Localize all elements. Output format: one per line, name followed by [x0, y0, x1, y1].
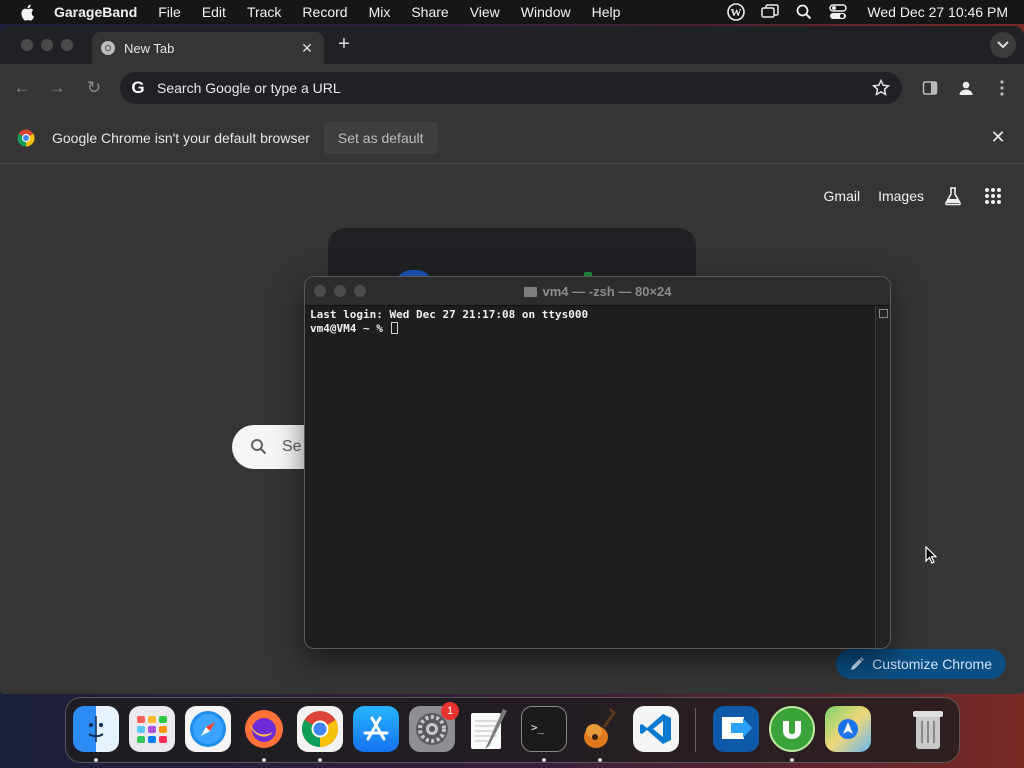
- dock-running-indicator: [262, 758, 266, 762]
- menu-app-name[interactable]: GarageBand: [54, 4, 137, 20]
- menu-record[interactable]: Record: [302, 4, 347, 20]
- dock-trash-icon[interactable]: [905, 706, 951, 752]
- infobar-message: Google Chrome isn't your default browser: [52, 129, 310, 146]
- terminal-prompt-line: vm4@VM4 ~ %: [310, 322, 874, 336]
- scrollbar-button-icon[interactable]: [879, 309, 888, 318]
- google-apps-grid-icon[interactable]: [982, 185, 1004, 207]
- menu-share[interactable]: Share: [411, 4, 448, 20]
- reload-icon[interactable]: ↻: [84, 78, 104, 98]
- gmail-link[interactable]: Gmail: [824, 188, 861, 204]
- dock-utorrent-icon[interactable]: [769, 706, 815, 752]
- address-bar-placeholder: Search Google or type a URL: [157, 80, 341, 96]
- svg-text:W: W: [731, 7, 742, 19]
- chevron-down-icon: [997, 41, 1009, 49]
- dock-finder-icon[interactable]: [73, 706, 119, 752]
- new-tab-button[interactable]: +: [334, 34, 354, 54]
- terminal-title: vm4 — -zsh — 80×24: [305, 284, 890, 299]
- notification-badge: 1: [441, 702, 459, 720]
- dock-system-settings-icon[interactable]: 1: [409, 702, 459, 752]
- address-bar[interactable]: G Search Google or type a URL: [120, 72, 902, 104]
- terminal-title-bar[interactable]: vm4 — -zsh — 80×24: [305, 277, 890, 306]
- dock-running-indicator: [598, 758, 602, 762]
- dock-maps-icon[interactable]: [825, 706, 871, 752]
- dock-separator: [695, 708, 696, 752]
- wordpress-icon[interactable]: W: [727, 3, 746, 21]
- google-g-icon: G: [131, 78, 145, 97]
- chrome-logo-icon: [17, 129, 35, 146]
- customize-chrome-button[interactable]: Customize Chrome: [836, 649, 1006, 679]
- bookmark-star-icon[interactable]: [872, 79, 890, 97]
- window-minimize-button[interactable]: [41, 39, 53, 51]
- dock-launchpad-icon[interactable]: [129, 706, 175, 752]
- tab-title: New Tab: [124, 40, 175, 56]
- apple-menu-icon[interactable]: [19, 4, 35, 21]
- menu-mix[interactable]: Mix: [369, 4, 391, 20]
- terminal-window[interactable]: vm4 — -zsh — 80×24 Last login: Wed Dec 2…: [304, 276, 891, 649]
- window-close-button[interactable]: [21, 39, 33, 51]
- dock-chrome-icon[interactable]: [297, 706, 343, 752]
- default-browser-infobar: Google Chrome isn't your default browser…: [0, 112, 1024, 164]
- menu-track[interactable]: Track: [247, 4, 281, 20]
- tab-search-button[interactable]: [990, 32, 1016, 58]
- dock-vscode-icon[interactable]: [633, 706, 679, 752]
- spotlight-search-icon[interactable]: [795, 3, 813, 21]
- dock: 1 >_: [65, 697, 960, 763]
- window-zoom-button[interactable]: [61, 39, 73, 51]
- menu-file[interactable]: File: [158, 4, 181, 20]
- pencil-icon: [851, 657, 864, 670]
- back-arrow-icon[interactable]: ←: [12, 78, 32, 98]
- customize-chrome-label: Customize Chrome: [872, 656, 992, 672]
- forward-arrow-icon[interactable]: →: [47, 78, 67, 98]
- folder-icon: [523, 287, 537, 297]
- chrome-favicon-icon: [101, 41, 115, 55]
- terminal-output[interactable]: Last login: Wed Dec 27 21:17:08 on ttys0…: [310, 308, 874, 648]
- images-link[interactable]: Images: [878, 188, 924, 204]
- dock-running-indicator: [94, 758, 98, 762]
- dock-safari-icon[interactable]: [185, 706, 231, 752]
- dock-terminal-icon[interactable]: >_: [521, 706, 567, 752]
- tab-strip: New Tab ✕ +: [0, 26, 1024, 64]
- search-icon: [251, 439, 267, 455]
- ntp-top-links: Gmail Images: [824, 185, 1004, 207]
- profile-avatar-icon[interactable]: [956, 78, 976, 98]
- terminal-line: Last login: Wed Dec 27 21:17:08 on ttys0…: [310, 308, 589, 321]
- dock-app-store-icon[interactable]: [353, 706, 399, 752]
- menu-window[interactable]: Window: [521, 4, 571, 20]
- labs-flask-icon[interactable]: [942, 185, 964, 207]
- svg-text:>_: >_: [531, 721, 545, 734]
- set-as-default-button[interactable]: Set as default: [323, 121, 438, 154]
- dock-firefox-icon[interactable]: [241, 706, 287, 752]
- dock-textedit-icon[interactable]: [465, 706, 511, 752]
- infobar-close-icon[interactable]: ✕: [990, 128, 1006, 146]
- ntp-search-placeholder: Se: [282, 438, 302, 455]
- dock-running-indicator: [542, 758, 546, 762]
- terminal-title-text: vm4 — -zsh — 80×24: [542, 284, 672, 299]
- side-panel-icon[interactable]: [920, 78, 940, 98]
- dock-remote-desktop-icon[interactable]: [713, 706, 759, 752]
- mouse-pointer-icon: [925, 546, 937, 564]
- tab-close-icon[interactable]: ✕: [300, 41, 314, 55]
- dock-garageband-icon[interactable]: [577, 706, 623, 752]
- text-cursor: [391, 322, 399, 334]
- menu-clock[interactable]: Wed Dec 27 10:46 PM: [867, 4, 1008, 20]
- terminal-scrollbar[interactable]: [875, 306, 890, 648]
- dock-running-indicator: [318, 758, 322, 762]
- menu-edit[interactable]: Edit: [202, 4, 226, 20]
- menu-help[interactable]: Help: [592, 4, 621, 20]
- chrome-menu-icon[interactable]: [992, 78, 1012, 98]
- menu-bar: GarageBand File Edit Track Record Mix Sh…: [0, 0, 1024, 24]
- terminal-prompt: vm4@VM4 ~ %: [310, 322, 390, 335]
- dock-running-indicator: [790, 758, 794, 762]
- browser-toolbar: ← → ↻ G Search Google or type a URL: [0, 64, 1024, 112]
- control-center-icon[interactable]: [829, 3, 848, 21]
- menu-view[interactable]: View: [470, 4, 500, 20]
- tab-new-tab[interactable]: New Tab ✕: [92, 32, 324, 64]
- screen-mirroring-icon[interactable]: [761, 3, 780, 21]
